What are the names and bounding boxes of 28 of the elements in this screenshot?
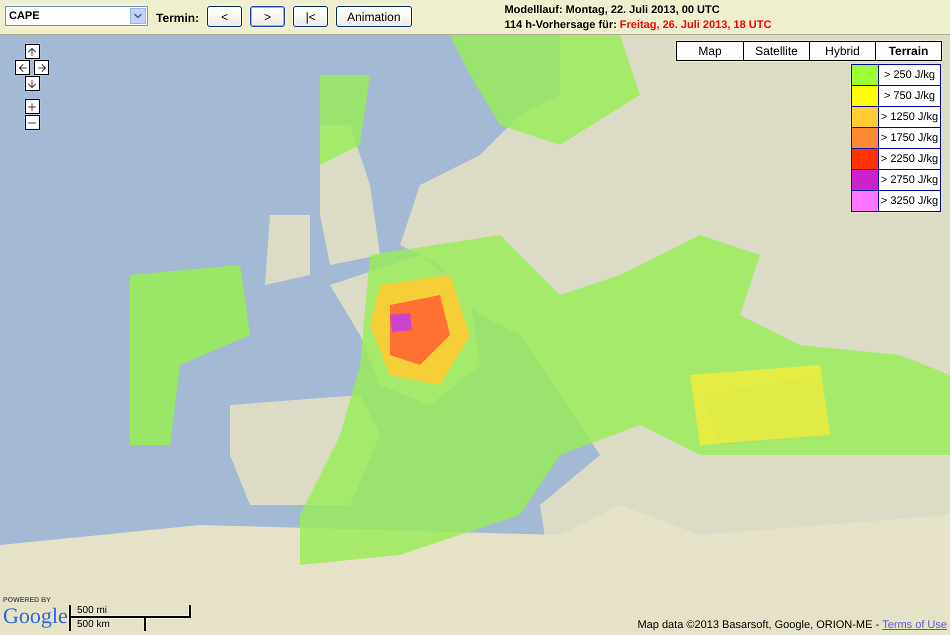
legend-label: > 1250 J/kg (879, 107, 940, 127)
terms-link[interactable]: Terms of Use (882, 616, 947, 633)
nav-button[interactable]: Animation (336, 6, 412, 27)
termin-label: Termin: (156, 10, 200, 27)
pan-left-icon[interactable] (15, 60, 30, 75)
scale-miles: 500 mi (69, 605, 191, 618)
variable-select[interactable]: CAPE (5, 6, 148, 26)
forecast-time: Freitag, 26. Juli 2013, 18 UTC (620, 18, 772, 33)
forecast-label: 114 h-Vorhersage für: (504, 18, 617, 33)
zoom-in-icon[interactable] (24, 99, 40, 114)
legend-label: > 2750 J/kg (879, 170, 940, 190)
pan-up-icon[interactable] (24, 44, 40, 59)
nav-button[interactable]: |< (293, 6, 328, 27)
scale-km: 500 km (69, 618, 146, 631)
zoom-out-icon[interactable] (24, 115, 40, 130)
dropdown-icon (130, 8, 146, 24)
legend-label: > 250 J/kg (879, 65, 940, 85)
pan-down-icon[interactable] (24, 76, 40, 91)
legend-label: > 750 J/kg (879, 86, 940, 106)
legend-label: > 2250 J/kg (879, 149, 940, 169)
legend-label: > 3250 J/kg (879, 191, 940, 211)
nav-button[interactable]: > (250, 6, 286, 27)
legend-label: > 1750 J/kg (879, 128, 940, 148)
attribution-text: Map data ©2013 Basarsoft, Google, ORION-ME - (637, 618, 880, 632)
nav-button[interactable]: < (207, 6, 242, 27)
model-run-text: Modelllauf: Montag, 22. Juli 2013, 00 UTC (504, 3, 721, 18)
google-logo: Google (3, 605, 68, 627)
pan-right-icon[interactable] (34, 60, 49, 75)
